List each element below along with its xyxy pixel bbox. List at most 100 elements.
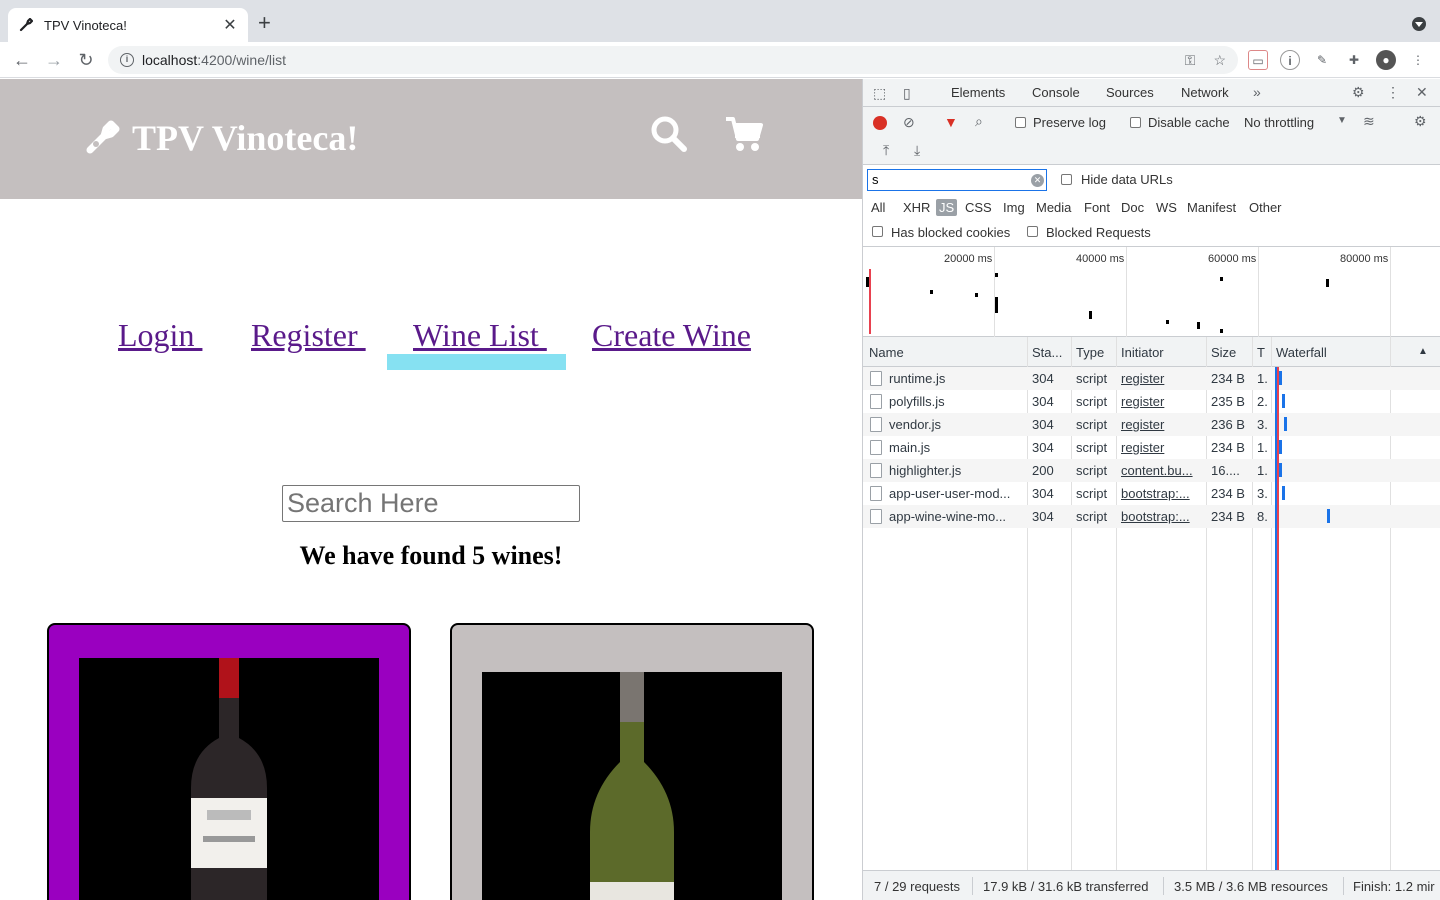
table-row[interactable]: main.js 304 script register 234 B 1. [863,436,1440,459]
bookmark-star-icon[interactable]: ☆ [1213,52,1226,69]
clear-icon[interactable]: ⊘ [903,114,915,131]
requests-count: 7 / 29 requests [874,879,960,894]
hide-data-urls-checkbox[interactable] [1061,174,1072,185]
table-row[interactable]: vendor.js 304 script register 236 B 3. [863,413,1440,436]
filter-type-font[interactable]: Font [1081,199,1113,216]
blocked-requests-checkbox[interactable] [1027,226,1038,237]
close-tab-icon[interactable]: ✕ [222,15,238,35]
filter-bar: s ✕ Hide data URLs All XHR JS CSS Img Me… [863,165,1440,247]
browser-tab[interactable]: TPV Vinoteca! ✕ [8,8,248,42]
col-time[interactable]: T [1257,345,1265,360]
request-status: 304 [1032,486,1054,501]
col-name[interactable]: Name [869,345,904,360]
file-icon [870,463,882,478]
clear-filter-icon[interactable]: ✕ [1031,174,1044,187]
profile-avatar[interactable]: ● [1376,50,1396,70]
request-initiator[interactable]: bootstrap:... [1121,486,1203,501]
filter-icon[interactable]: ▼ [944,114,958,130]
col-size[interactable]: Size [1211,345,1236,360]
record-icon[interactable] [873,116,887,130]
filter-type-ws[interactable]: WS [1153,199,1180,216]
wine-card[interactable] [450,623,814,900]
filter-type-doc[interactable]: Doc [1118,199,1147,216]
filter-type-js[interactable]: JS [936,199,958,216]
col-status[interactable]: Sta... [1032,345,1062,360]
tab-console[interactable]: Console [1032,85,1080,100]
request-initiator[interactable]: content.bu... [1121,463,1203,478]
cart-icon[interactable] [724,115,764,153]
brand[interactable]: TPV Vinoteca! [84,117,358,159]
tab-search-icon[interactable] [1412,17,1426,31]
nav-create-wine-link[interactable]: Create Wine [592,317,751,354]
network-settings-icon[interactable]: ⚙ [1414,113,1427,130]
search-icon[interactable]: ⌕ [975,113,983,130]
file-icon [870,440,882,455]
search-input[interactable] [282,485,580,522]
close-devtools-icon[interactable]: ✕ [1416,84,1428,101]
filter-type-media[interactable]: Media [1033,199,1074,216]
device-toolbar-icon[interactable]: ▯ [903,85,911,102]
has-blocked-cookies-checkbox[interactable] [872,226,883,237]
network-conditions-icon[interactable]: ≋ [1363,113,1375,130]
more-tabs-icon[interactable]: » [1253,84,1261,100]
back-icon[interactable]: ← [10,48,34,72]
request-initiator[interactable]: bootstrap:... [1121,509,1203,524]
site-info-icon[interactable]: i [120,53,134,67]
nav-login-link[interactable]: Login [118,317,202,354]
request-type: script [1076,440,1108,455]
request-type: script [1076,463,1108,478]
inspect-element-icon[interactable]: ⬚ [873,85,886,102]
tab-network[interactable]: Network [1175,85,1235,109]
key-icon[interactable]: ⚿ [1185,52,1196,69]
request-status: 304 [1032,509,1054,524]
reload-icon[interactable]: ↻ [74,48,98,72]
filter-type-other[interactable]: Other [1246,199,1285,216]
table-row[interactable]: runtime.js 304 script register 234 B 1. [863,367,1440,390]
nav-wine-list-link[interactable]: Wine List [413,317,547,354]
sort-up-icon[interactable]: ▲ [1418,346,1428,357]
filter-type-manifest[interactable]: Manifest [1184,199,1239,216]
table-row[interactable]: polyfills.js 304 script register 235 B 2. [863,390,1440,413]
table-row[interactable]: highlighter.js 200 script content.bu... 16..… [863,459,1440,482]
info-extension-icon[interactable]: i [1280,50,1300,70]
filter-type-all[interactable]: All [868,199,888,216]
throttling-select[interactable]: No throttling [1244,115,1314,130]
tab-elements[interactable]: Elements [951,85,1005,100]
forward-icon[interactable]: → [42,48,66,72]
tab-sources[interactable]: Sources [1106,85,1154,100]
filter-type-img[interactable]: Img [1000,199,1028,216]
chevron-down-icon[interactable]: ▼ [1337,115,1347,126]
col-initiator[interactable]: Initiator [1121,345,1164,360]
request-initiator[interactable]: register [1121,371,1203,386]
network-overview[interactable]: 20000 ms 40000 ms 60000 ms 80000 ms [863,247,1440,337]
import-har-icon[interactable]: ⤒ [883,142,889,159]
extensions-puzzle-icon[interactable]: ✚ [1344,50,1364,70]
cast-icon[interactable]: ▭ [1248,50,1268,70]
wine-bottle-icon [18,17,34,33]
requests-table-header: Name Sta... Type Initiator Size T Waterf… [863,337,1440,367]
request-initiator[interactable]: register [1121,417,1203,432]
new-tab-button[interactable]: + [258,12,271,34]
table-row[interactable]: app-wine-wine-mo... 304 script bootstrap:..… [863,505,1440,528]
filter-type-css[interactable]: CSS [962,199,995,216]
file-icon [870,394,882,409]
browser-menu-icon[interactable]: ⋮ [1408,50,1428,70]
request-initiator[interactable]: register [1121,440,1203,455]
eyedropper-extension-icon[interactable]: ✎ [1312,50,1332,70]
col-type[interactable]: Type [1076,345,1104,360]
filter-type-xhr[interactable]: XHR [900,199,933,216]
preserve-log-checkbox[interactable] [1015,117,1026,128]
filter-input[interactable]: s [867,169,1047,191]
nav-register-link[interactable]: Register [251,317,366,354]
request-initiator[interactable]: register [1121,394,1203,409]
disable-cache-checkbox[interactable] [1130,117,1141,128]
export-har-icon[interactable]: ⤓ [914,142,920,159]
file-icon [870,371,882,386]
settings-gear-icon[interactable]: ⚙ [1352,84,1365,101]
search-icon[interactable] [650,115,688,153]
address-bar[interactable]: i localhost:4200/wine/list ⚿ ☆ [108,46,1238,74]
col-waterfall[interactable]: Waterfall [1276,345,1327,360]
wine-card[interactable] [47,623,411,900]
devtools-menu-icon[interactable]: ⋮ [1386,84,1400,101]
table-row[interactable]: app-user-user-mod... 304 script bootstrap:.… [863,482,1440,505]
